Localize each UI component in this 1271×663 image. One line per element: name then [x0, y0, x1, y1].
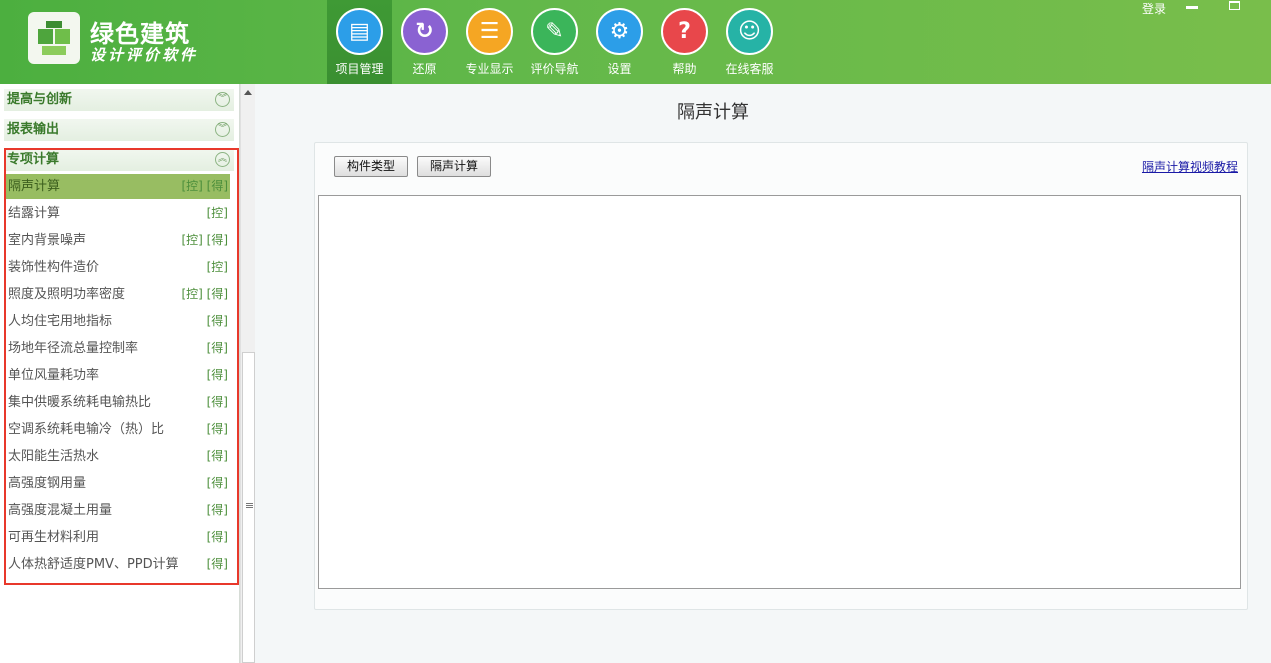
list-item[interactable]: 照度及照明功率密度 [控] [得]: [6, 282, 230, 307]
item-tags: [控] [得]: [181, 179, 228, 193]
item-tags: [得]: [206, 314, 228, 328]
item-tags: [得]: [206, 395, 228, 409]
item-tags: [得]: [206, 530, 228, 544]
item-tags: [得]: [206, 341, 228, 355]
toolbar-evaluation-nav[interactable]: ✎ 评价导航: [522, 0, 587, 84]
support-icon: ☺: [726, 8, 773, 55]
toolbar-label: 在线客服: [725, 62, 774, 76]
list-icon: ☰: [466, 8, 513, 55]
toolbar-help[interactable]: ? 帮助: [652, 0, 717, 84]
toolbar-label: 帮助: [672, 62, 697, 76]
list-item[interactable]: 隔声计算 [控] [得]: [6, 174, 230, 199]
toolbar-label: 专业显示: [465, 62, 514, 76]
item-tags: [控] [得]: [181, 233, 228, 247]
list-item[interactable]: 人体热舒适度PMV、PPD计算 [得]: [6, 552, 230, 577]
help-icon: ?: [661, 8, 708, 55]
toolbar-professional-display[interactable]: ☰ 专业显示: [457, 0, 522, 84]
list-item[interactable]: 结露计算 [控]: [6, 201, 230, 226]
item-label: 高强度钢用量: [8, 476, 87, 491]
list-item[interactable]: 高强度混凝土用量 [得]: [6, 498, 230, 523]
calculation-panel: 构件类型 隔声计算 隔声计算视频教程: [314, 142, 1248, 610]
toolbar-project-management[interactable]: ▤ 项目管理: [327, 0, 392, 84]
toolbar-label: 设置: [607, 62, 632, 76]
list-item[interactable]: 集中供暖系统耗电输热比 [得]: [6, 390, 230, 415]
list-item[interactable]: 装饰性构件造价 [控]: [6, 255, 230, 280]
scrollbar-thumb[interactable]: [242, 352, 255, 663]
section-report-output[interactable]: 报表输出 ︾: [4, 119, 234, 141]
item-tags: [得]: [206, 503, 228, 517]
logo-cube-icon: [38, 21, 70, 55]
expand-icon[interactable]: ︾: [215, 92, 230, 107]
item-label: 太阳能生活热水: [8, 449, 100, 464]
item-label: 结露计算: [8, 206, 61, 221]
item-label: 场地年径流总量控制率: [8, 341, 139, 356]
restore-icon: ↻: [401, 8, 448, 55]
list-item[interactable]: 可再生材料利用 [得]: [6, 525, 230, 550]
component-type-button[interactable]: 构件类型: [334, 156, 408, 177]
list-item[interactable]: 人均住宅用地指标 [得]: [6, 309, 230, 334]
toolbar-label: 评价导航: [530, 62, 579, 76]
main-toolbar: ▤ 项目管理 ↻ 还原 ☰ 专业显示 ✎ 评价导航 ⚙ 设置 ? 帮助 ☺ 在线…: [327, 0, 782, 84]
sidebar-scrollbar[interactable]: [240, 84, 255, 663]
calculation-content-area[interactable]: [318, 195, 1241, 589]
section-improvement-innovation[interactable]: 提高与创新 ︾: [4, 89, 234, 111]
item-label: 人均住宅用地指标: [8, 314, 113, 329]
item-label: 人体热舒适度PMV、PPD计算: [8, 557, 179, 572]
item-tags: [控] [得]: [181, 287, 228, 301]
item-tags: [得]: [206, 557, 228, 571]
item-label: 隔声计算: [8, 179, 61, 194]
item-label: 照度及照明功率密度: [8, 287, 126, 302]
toolbar-settings[interactable]: ⚙ 设置: [587, 0, 652, 84]
sound-calc-button[interactable]: 隔声计算: [417, 156, 491, 177]
item-label: 集中供暖系统耗电输热比: [8, 395, 152, 410]
list-item[interactable]: 场地年径流总量控制率 [得]: [6, 336, 230, 361]
expand-icon[interactable]: ︾: [215, 122, 230, 137]
app-header: 绿色建筑 设计评价软件 ▤ 项目管理 ↻ 还原 ☰ 专业显示 ✎ 评价导航 ⚙ …: [0, 0, 1271, 84]
app-subtitle: 设计评价软件: [90, 46, 199, 64]
toolbar-restore[interactable]: ↻ 还原: [392, 0, 457, 84]
item-label: 室内背景噪声: [8, 233, 87, 248]
item-tags: [得]: [206, 476, 228, 490]
grip-icon: [246, 503, 253, 509]
maximize-icon[interactable]: [1229, 1, 1240, 10]
edit-icon: ✎: [531, 8, 578, 55]
login-link[interactable]: 登录: [1142, 0, 1166, 17]
app-logo: [28, 12, 80, 64]
item-tags: [控]: [206, 206, 228, 220]
section-label: 提高与创新: [7, 92, 73, 107]
list-item[interactable]: 空调系统耗电输冷（热）比 [得]: [6, 417, 230, 442]
item-label: 装饰性构件造价: [8, 260, 100, 275]
list-item[interactable]: 太阳能生活热水 [得]: [6, 444, 230, 469]
list-item[interactable]: 室内背景噪声 [控] [得]: [6, 228, 230, 253]
minimize-icon[interactable]: [1186, 6, 1198, 9]
toolbar-label: 还原: [412, 62, 437, 76]
list-item[interactable]: 单位风量耗功率 [得]: [6, 363, 230, 388]
item-label: 单位风量耗功率: [8, 368, 100, 383]
item-label: 高强度混凝土用量: [8, 503, 113, 518]
project-icon: ▤: [336, 8, 383, 55]
item-tags: [得]: [206, 449, 228, 463]
section-label: 报表输出: [7, 122, 60, 137]
video-tutorial-link[interactable]: 隔声计算视频教程: [1142, 158, 1238, 175]
item-tags: [得]: [206, 368, 228, 382]
gear-icon: ⚙: [596, 8, 643, 55]
item-label: 空调系统耗电输冷（热）比: [8, 422, 165, 437]
page-title: 隔声计算: [677, 102, 749, 123]
toolbar-online-support[interactable]: ☺ 在线客服: [717, 0, 782, 84]
list-item[interactable]: 高强度钢用量 [得]: [6, 471, 230, 496]
item-tags: [控]: [206, 260, 228, 274]
item-label: 可再生材料利用: [8, 530, 100, 545]
scroll-up-icon[interactable]: [244, 90, 252, 95]
item-tags: [得]: [206, 422, 228, 436]
toolbar-label: 项目管理: [335, 62, 384, 76]
